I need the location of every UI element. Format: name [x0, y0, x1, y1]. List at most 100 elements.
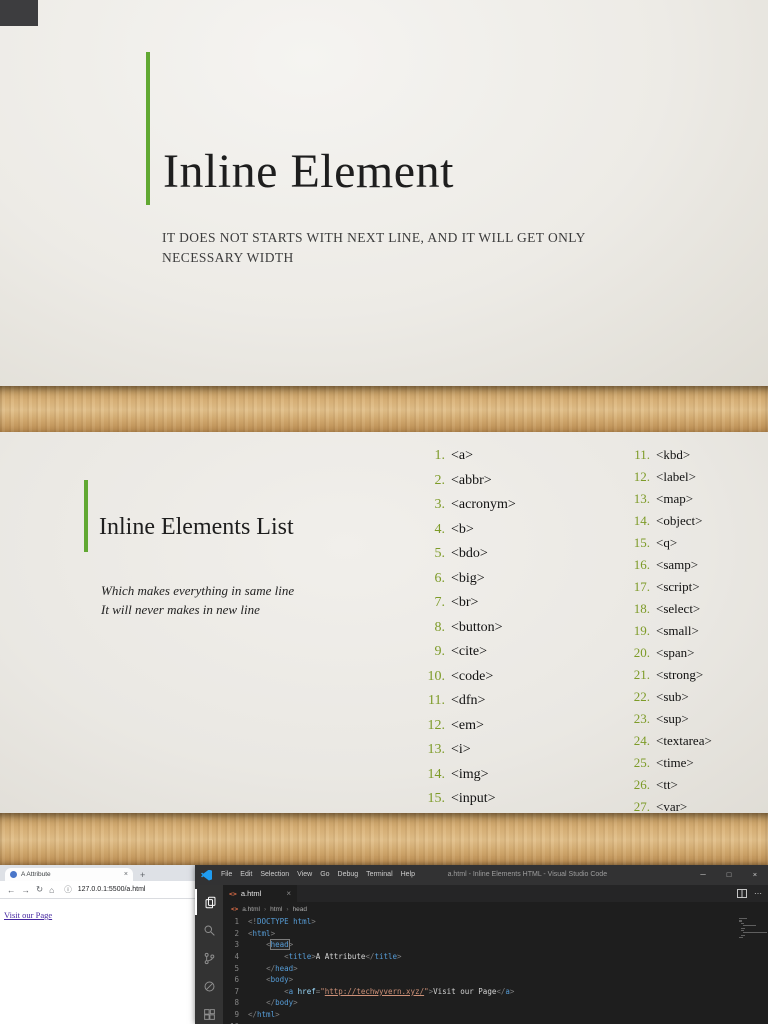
close-icon[interactable]: ×: [742, 865, 768, 885]
code-line[interactable]: 8 </body>: [223, 997, 768, 1009]
tab-label: a.html: [240, 889, 262, 898]
code-line[interactable]: 1 <!DOCTYPE html>: [223, 916, 768, 928]
maximize-icon[interactable]: □: [716, 865, 742, 885]
menu-item-debug[interactable]: Debug: [334, 865, 363, 885]
address-bar[interactable]: 127.0.0.1:5500/a.html: [78, 886, 146, 893]
tab-title: A Attribute: [21, 871, 51, 878]
breadcrumb-item[interactable]: head: [293, 906, 307, 913]
chevron-right-icon: ›: [263, 905, 267, 913]
minimize-icon[interactable]: ─: [690, 865, 716, 885]
list-item-tag: <select>: [656, 601, 701, 616]
tabbar-actions: ⋯: [737, 885, 762, 902]
code-line[interactable]: 9 </html>: [223, 1009, 768, 1021]
code-line[interactable]: 5 </head>: [223, 962, 768, 974]
source-control-icon[interactable]: [195, 945, 223, 971]
list-item-number: 5.: [434, 546, 446, 562]
forward-icon[interactable]: →: [22, 885, 31, 895]
back-icon[interactable]: ←: [7, 885, 16, 895]
list-item-tag: <textarea>: [656, 733, 712, 748]
list-item-number: 9.: [434, 644, 446, 660]
favicon-icon: [10, 871, 17, 878]
line-number: 6: [234, 975, 239, 985]
list-item-number: 20.: [633, 645, 650, 660]
editor-tab[interactable]: <> a.html ×: [223, 885, 297, 902]
activity-bar: [195, 885, 223, 1024]
page-info-icon[interactable]: ⓘ: [64, 884, 72, 895]
chevron-right-icon: ›: [286, 905, 289, 913]
menu-item-file[interactable]: File: [217, 865, 236, 885]
line-number: 9: [234, 1010, 239, 1020]
explorer-icon[interactable]: [195, 889, 223, 915]
list-item-number: 10.: [427, 668, 446, 684]
code-token: A Attribute: [315, 952, 366, 962]
line-number: 8: [234, 998, 239, 1008]
breadcrumb: <> a.html › html › head: [223, 902, 768, 916]
menu-item-view[interactable]: View: [293, 865, 316, 885]
new-tab-button[interactable]: +: [140, 870, 145, 880]
reload-icon[interactable]: ↻: [36, 884, 43, 895]
list-item-tag: <label>: [656, 469, 696, 484]
browser-tabstrip: A Attribute × +: [0, 865, 195, 881]
menu-item-edit[interactable]: Edit: [236, 865, 256, 885]
tab-close-icon[interactable]: ×: [286, 889, 291, 898]
slide-subtitle: IT DOES NOT STARTS WITH NEXT LINE, AND I…: [162, 230, 586, 266]
line-number: 1: [234, 917, 239, 927]
list-item: 14. <object>: [630, 510, 712, 532]
list-item: 9. <cite>: [425, 640, 516, 665]
list-item-tag: <em>: [451, 717, 484, 733]
browser-tab[interactable]: A Attribute ×: [5, 868, 133, 881]
code-token: >: [275, 1010, 280, 1020]
code-line[interactable]: 4 <title>A Attribute</title>: [223, 951, 768, 963]
code-token: href: [297, 986, 316, 996]
line-number: 2: [234, 928, 239, 938]
menu-item-selection[interactable]: Selection: [256, 865, 293, 885]
slide-2: Inline Elements List Which makes everyth…: [0, 432, 768, 813]
code-text: <body>: [248, 975, 293, 984]
menu-item-terminal[interactable]: Terminal: [362, 865, 396, 885]
vscode-window: File Edit Selection View Go Debug Terminal Help…: [195, 865, 768, 1024]
browser-page: Visit our Page: [0, 900, 195, 1024]
home-icon[interactable]: ⌂: [49, 885, 54, 895]
extensions-icon[interactable]: [195, 1001, 223, 1024]
minimap-line: [739, 918, 747, 920]
tab-close-icon[interactable]: ×: [124, 871, 128, 878]
list-item-number: 13.: [633, 491, 650, 506]
debug-icon[interactable]: [195, 973, 223, 999]
page-root: Inline Element IT DOES NOT STARTS WITH N…: [0, 0, 768, 1024]
menu-item-go[interactable]: Go: [316, 865, 333, 885]
visit-our-page-link[interactable]: Visit our Page: [4, 910, 52, 920]
code-line[interactable]: 10: [223, 1020, 768, 1024]
minimap-line: [741, 929, 744, 932]
list-item-number: 7.: [434, 595, 446, 611]
list-item: 21. <strong>: [630, 664, 712, 686]
menu-item-help[interactable]: Help: [397, 865, 419, 885]
more-actions-icon[interactable]: ⋯: [754, 890, 762, 898]
list-item-number: 24.: [633, 733, 650, 748]
code-area[interactable]: 1 <!DOCTYPE html> 2 <html> 3 <head> 4 <title>…: [223, 916, 768, 1024]
breadcrumb-item[interactable]: a.html: [242, 906, 260, 913]
split-editor-icon[interactable]: [737, 889, 747, 898]
code-line[interactable]: 7 <a href="http://techwyvern.xyz/">Visit…: [223, 986, 768, 998]
minimap[interactable]: [739, 918, 767, 942]
list-item: 4. <b>: [425, 518, 516, 543]
desk-wood-texture: [0, 386, 768, 432]
code-line[interactable]: 3 <head>: [223, 939, 768, 951]
code-line[interactable]: 2 <html>: [223, 928, 768, 940]
search-icon[interactable]: [195, 917, 223, 943]
code-line[interactable]: 6 <body>: [223, 974, 768, 986]
code-text: </head>: [248, 964, 298, 973]
corner-dark-patch: [0, 0, 38, 26]
list-item: 25. <time>: [630, 752, 712, 774]
breadcrumb-item[interactable]: html: [270, 906, 282, 913]
list-item: 8. <button>: [425, 616, 516, 641]
list-item-number: 11.: [428, 693, 445, 709]
html-file-icon: <>: [229, 889, 237, 898]
list-item: 12. <label>: [630, 466, 712, 488]
list-item-number: 25.: [633, 755, 650, 770]
list-item: 26. <tt>: [630, 774, 712, 796]
slide-notes: Which makes everything in same line It w…: [101, 582, 294, 620]
slide-title: Inline Elements List: [99, 514, 294, 540]
